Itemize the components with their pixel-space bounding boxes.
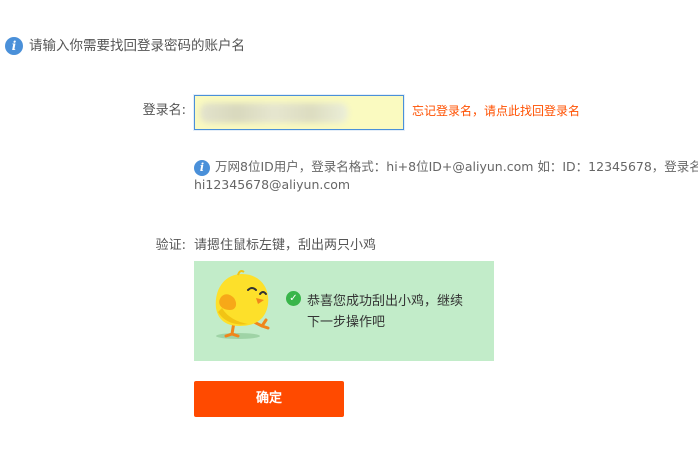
verify-label: 验证: [155, 238, 186, 253]
confirm-button[interactable]: 确定 [194, 381, 344, 417]
captcha-success-message: 恭喜您成功刮出小鸡，继续下一步操作吧 [307, 294, 464, 330]
info-icon: i [194, 160, 210, 176]
redacted-login-value [200, 103, 348, 123]
login-format-example: hi12345678@aliyun.com [194, 177, 351, 192]
login-name-label: 登录名: [142, 103, 186, 118]
forgot-login-name-link[interactable]: 忘记登录名，请点此找回登录名 [412, 103, 580, 119]
info-icon: i [5, 37, 23, 55]
chick-illustration [215, 270, 270, 339]
page-instruction: 请输入你需要找回登录密码的账户名 [29, 38, 245, 54]
verify-instruction: 请摁住鼠标左键，刮出两只小鸡 [194, 238, 377, 253]
check-circle-icon: ✓ [286, 291, 301, 306]
login-format-hint: 万网8位ID用户，登录名格式：hi+8位ID+@aliyun.com 如：ID：… [215, 159, 698, 174]
